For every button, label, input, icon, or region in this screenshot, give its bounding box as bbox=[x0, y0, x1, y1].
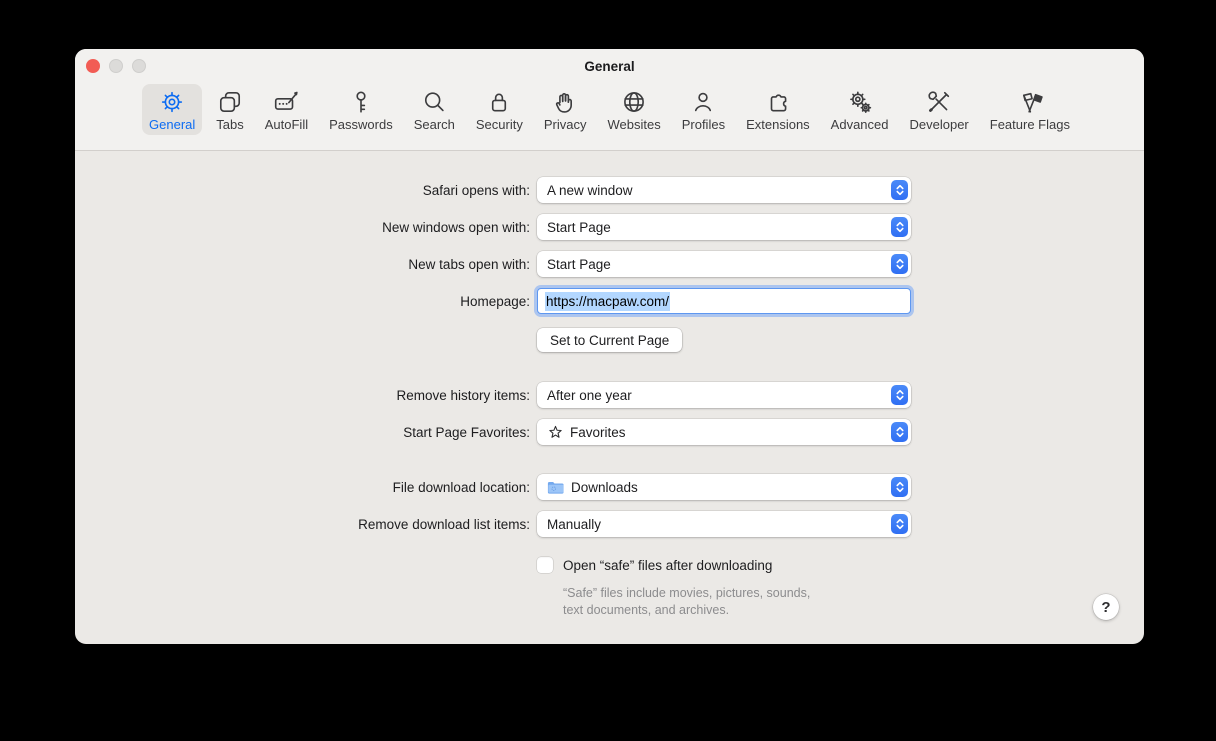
select-value: Manually bbox=[547, 517, 601, 532]
stepper-icon bbox=[891, 180, 908, 200]
globe-icon bbox=[621, 88, 647, 116]
checkbox-label: Open “safe” files after downloading bbox=[563, 558, 772, 573]
toolbar-item-label: Privacy bbox=[544, 117, 587, 132]
open-safe-files-checkbox[interactable] bbox=[537, 557, 553, 573]
tabs-icon bbox=[217, 88, 243, 116]
toolbar-item-label: Extensions bbox=[746, 117, 810, 132]
remove-history-items-select[interactable]: After one year bbox=[537, 382, 911, 408]
stepper-icon bbox=[891, 422, 908, 442]
field-label: Safari opens with: bbox=[75, 183, 530, 198]
puzzle-icon bbox=[765, 88, 791, 116]
safe-files-note: “Safe” files include movies, pictures, s… bbox=[563, 585, 1144, 618]
new-windows-open-with-select[interactable]: Start Page bbox=[537, 214, 911, 240]
toolbar-item-websites[interactable]: Websites bbox=[600, 84, 667, 135]
field-label: New windows open with: bbox=[75, 220, 530, 235]
row-new-windows-open-with: New windows open with: Start Page bbox=[75, 214, 1144, 240]
new-tabs-open-with-select[interactable]: Start Page bbox=[537, 251, 911, 277]
select-value: Favorites bbox=[570, 425, 626, 440]
set-to-current-page-button[interactable]: Set to Current Page bbox=[537, 328, 682, 352]
toolbar-item-profiles[interactable]: Profiles bbox=[675, 84, 732, 135]
toolbar-item-advanced[interactable]: Advanced bbox=[824, 84, 896, 135]
toolbar-item-security[interactable]: Security bbox=[469, 84, 530, 135]
stepper-icon bbox=[891, 477, 908, 497]
row-safari-opens-with: Safari opens with: A new window bbox=[75, 177, 1144, 203]
flags-icon bbox=[1017, 88, 1043, 116]
select-value: A new window bbox=[547, 183, 633, 198]
toolbar-item-search[interactable]: Search bbox=[407, 84, 462, 135]
start-page-favorites-select[interactable]: Favorites bbox=[537, 419, 911, 445]
help-button[interactable]: ? bbox=[1093, 594, 1119, 620]
safari-settings-window: General General Tabs AutoFill bbox=[75, 49, 1144, 644]
folder-icon bbox=[547, 480, 565, 495]
note-line: “Safe” files include movies, pictures, s… bbox=[563, 585, 1144, 602]
row-file-download-location: File download location: Downloads bbox=[75, 474, 1144, 500]
toolbar-item-passwords[interactable]: Passwords bbox=[322, 84, 400, 135]
toolbar-item-label: Developer bbox=[910, 117, 969, 132]
toolbar-item-autofill[interactable]: AutoFill bbox=[258, 84, 315, 135]
row-remove-download-list-items: Remove download list items: Manually bbox=[75, 511, 1144, 537]
hand-icon bbox=[552, 88, 578, 116]
toolbar-item-tabs[interactable]: Tabs bbox=[209, 84, 250, 135]
select-value: After one year bbox=[547, 388, 632, 403]
toolbar-item-label: Profiles bbox=[682, 117, 725, 132]
star-icon bbox=[547, 424, 564, 441]
key-icon bbox=[348, 88, 374, 116]
window-header: General General Tabs AutoFill bbox=[75, 49, 1144, 151]
homepage-value: https://macpaw.com/ bbox=[545, 292, 670, 311]
toolbar-item-extensions[interactable]: Extensions bbox=[739, 84, 817, 135]
settings-toolbar: General Tabs AutoFill Passwords bbox=[75, 84, 1144, 135]
toolbar-item-label: Advanced bbox=[831, 117, 889, 132]
field-label: Remove download list items: bbox=[75, 517, 530, 532]
field-label: Remove history items: bbox=[75, 388, 530, 403]
toolbar-item-privacy[interactable]: Privacy bbox=[537, 84, 594, 135]
file-download-location-select[interactable]: Downloads bbox=[537, 474, 911, 500]
note-line: text documents, and archives. bbox=[563, 602, 1144, 619]
window-title: General bbox=[75, 59, 1144, 74]
search-icon bbox=[421, 88, 447, 116]
stepper-icon bbox=[891, 254, 908, 274]
stepper-icon bbox=[891, 514, 908, 534]
tools-icon bbox=[926, 88, 952, 116]
row-new-tabs-open-with: New tabs open with: Start Page bbox=[75, 251, 1144, 277]
homepage-input[interactable]: https://macpaw.com/ bbox=[537, 288, 911, 314]
toolbar-item-developer[interactable]: Developer bbox=[903, 84, 976, 135]
select-value: Downloads bbox=[571, 480, 638, 495]
field-label: File download location: bbox=[75, 480, 530, 495]
row-open-safe-files: Open “safe” files after downloading bbox=[537, 556, 1144, 574]
lock-icon bbox=[486, 88, 512, 116]
safari-opens-with-select[interactable]: A new window bbox=[537, 177, 911, 203]
toolbar-item-label: Passwords bbox=[329, 117, 393, 132]
toolbar-item-label: Feature Flags bbox=[990, 117, 1070, 132]
field-label: Start Page Favorites: bbox=[75, 425, 530, 440]
select-value: Start Page bbox=[547, 257, 611, 272]
toolbar-item-feature-flags[interactable]: Feature Flags bbox=[983, 84, 1077, 135]
row-start-page-favorites: Start Page Favorites: Favorites bbox=[75, 419, 1144, 445]
toolbar-item-label: Websites bbox=[607, 117, 660, 132]
stepper-icon bbox=[891, 217, 908, 237]
select-value: Start Page bbox=[547, 220, 611, 235]
gear-icon bbox=[159, 88, 185, 116]
stepper-icon bbox=[891, 385, 908, 405]
toolbar-item-general[interactable]: General bbox=[142, 84, 202, 135]
gears-icon bbox=[847, 88, 873, 116]
remove-download-list-items-select[interactable]: Manually bbox=[537, 511, 911, 537]
field-label: New tabs open with: bbox=[75, 257, 530, 272]
row-remove-history-items: Remove history items: After one year bbox=[75, 382, 1144, 408]
toolbar-item-label: AutoFill bbox=[265, 117, 308, 132]
field-label: Homepage: bbox=[75, 294, 530, 309]
row-homepage: Homepage: https://macpaw.com/ bbox=[75, 288, 1144, 314]
toolbar-item-label: General bbox=[149, 117, 195, 132]
toolbar-item-label: Search bbox=[414, 117, 455, 132]
autofill-icon bbox=[273, 88, 299, 116]
general-pane: Safari opens with: A new window New wind… bbox=[75, 151, 1144, 643]
person-icon bbox=[690, 88, 716, 116]
toolbar-item-label: Security bbox=[476, 117, 523, 132]
toolbar-item-label: Tabs bbox=[216, 117, 243, 132]
